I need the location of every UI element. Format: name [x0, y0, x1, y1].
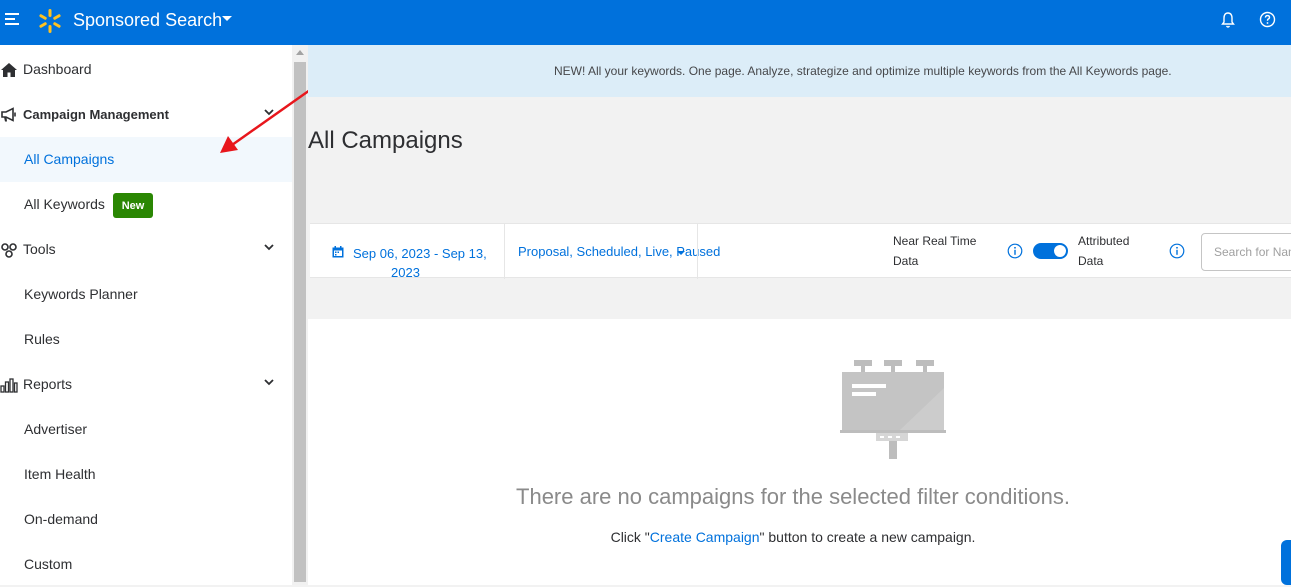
data-mode-toggle[interactable] [1033, 243, 1068, 259]
empty-state-sub-prefix: Click " [610, 529, 650, 545]
menu-icon[interactable] [5, 13, 19, 25]
tools-icon [1, 243, 17, 258]
sidebar-item-rules[interactable]: Rules [0, 317, 292, 362]
banner-text: NEW! All your keywords. One page. Analyz… [554, 64, 1172, 78]
status-filter[interactable]: Proposal, Scheduled, Live, Paused [518, 244, 720, 259]
sidebar-item-advertiser[interactable]: Advertiser [0, 407, 292, 452]
info-icon[interactable] [1007, 243, 1023, 259]
chevron-down-icon[interactable] [222, 16, 232, 21]
sidebar-item-on-demand[interactable]: On-demand [0, 497, 292, 542]
sidebar-item-label: Custom [24, 556, 73, 572]
top-bar: Sponsored Search [0, 0, 1291, 45]
page-title: All Campaigns [308, 127, 463, 154]
calendar-icon[interactable] [332, 246, 344, 258]
chevron-down-icon[interactable] [263, 242, 275, 252]
sidebar-item-label: Tools [23, 241, 56, 257]
sidebar-item-label: On-demand [24, 511, 98, 527]
billboard-icon [840, 360, 946, 459]
spark-logo[interactable] [37, 8, 63, 34]
near-real-time-label-2: Data [893, 254, 919, 268]
empty-state-title: There are no campaigns for the selected … [516, 484, 1070, 509]
toggle-knob [1054, 245, 1066, 257]
sidebar-item-label: Rules [24, 331, 60, 347]
chevron-down-icon[interactable] [263, 377, 275, 387]
bell-icon[interactable] [1220, 11, 1236, 29]
announcement-banner: NEW! All your keywords. One page. Analyz… [308, 45, 1291, 97]
info-icon[interactable] [1169, 243, 1185, 259]
scroll-up-icon[interactable] [296, 50, 304, 55]
bar-chart-icon [0, 378, 18, 393]
empty-state-sub-suffix: " button to create a new campaign. [759, 529, 976, 545]
app-title[interactable]: Sponsored Search [73, 10, 222, 31]
sidebar-item-tools[interactable]: Tools [0, 227, 292, 272]
sidebar-item-item-health[interactable]: Item Health [0, 452, 292, 497]
date-range-filter-year[interactable]: 2023 [391, 265, 420, 280]
sidebar-item-custom[interactable]: Custom [0, 542, 292, 587]
sidebar-item-keywords-planner[interactable]: Keywords Planner [0, 272, 292, 317]
attributed-data-label-2: Data [1078, 254, 1104, 268]
new-badge: New [113, 193, 153, 218]
empty-state-subtitle: Click "Create Campaign" button to create… [308, 529, 1278, 545]
chevron-down-icon[interactable] [677, 251, 685, 255]
home-icon [1, 63, 17, 77]
megaphone-icon [1, 107, 16, 122]
help-icon[interactable] [1259, 11, 1276, 28]
sidebar-item-reports[interactable]: Reports [0, 362, 292, 407]
search-input[interactable] [1201, 233, 1291, 271]
sidebar-item-label: Reports [23, 376, 73, 392]
divider [504, 224, 505, 279]
sidebar-item-label: Item Health [24, 466, 96, 482]
sidebar-item-label: Keywords Planner [24, 286, 138, 302]
sidebar-item-label: All Keywords [24, 196, 105, 212]
date-range-filter[interactable]: Sep 06, 2023 - Sep 13, [353, 246, 487, 261]
chat-button[interactable] [1281, 540, 1291, 585]
near-real-time-label: Near Real Time [893, 234, 977, 248]
sidebar-item-label: Advertiser [24, 421, 88, 437]
filter-bar: Sep 06, 2023 - Sep 13, 2023 Proposal, Sc… [310, 223, 1291, 280]
sidebar-item-label: Dashboard [23, 61, 92, 77]
divider [697, 224, 698, 279]
sidebar-item-label: Campaign Management [23, 107, 169, 122]
sidebar-item-label: All Campaigns [24, 151, 115, 167]
empty-state-panel: There are no campaigns for the selected … [308, 319, 1291, 585]
create-campaign-link[interactable]: Create Campaign [650, 529, 760, 545]
attributed-data-label: Attributed [1078, 234, 1130, 248]
